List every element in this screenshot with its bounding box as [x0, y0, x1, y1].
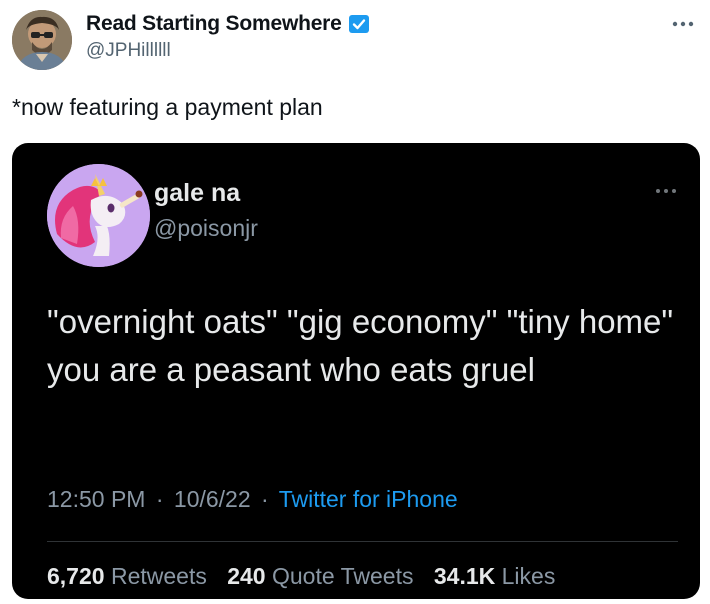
- author-block: Read Starting Somewhere @JPHillllll: [86, 12, 370, 62]
- embedded-avatar: [47, 164, 150, 267]
- author-avatar[interactable]: [12, 10, 72, 70]
- embedded-meta: 12:50 PM · 10/6/22 · Twitter for iPhone: [47, 486, 458, 513]
- retweets-label: Retweets: [110, 563, 207, 589]
- embedded-divider: [47, 541, 678, 542]
- author-avatar-image: [12, 10, 72, 70]
- author-name[interactable]: Read Starting Somewhere: [86, 12, 342, 36]
- embedded-time: 12:50 PM: [47, 486, 146, 512]
- likes-stat: 34.1K Likes: [434, 563, 555, 589]
- embedded-stats: 6,720 Retweets 240 Quote Tweets 34.1K Li…: [47, 563, 569, 590]
- author-name-row: Read Starting Somewhere: [86, 12, 370, 36]
- embedded-source: Twitter for iPhone: [278, 486, 458, 512]
- tweet-text: *now featuring a payment plan: [12, 94, 323, 120]
- embedded-date: 10/6/22: [173, 486, 251, 512]
- retweets-stat: 6,720 Retweets: [47, 563, 213, 589]
- more-icon[interactable]: [670, 16, 696, 32]
- likes-count: 34.1K: [433, 563, 496, 589]
- quotes-count: 240: [227, 563, 266, 589]
- meta-separator: ·: [261, 486, 269, 512]
- quotes-label: Quote Tweets: [271, 563, 414, 589]
- embedded-handle: @poisonjr: [154, 215, 258, 241]
- embedded-text: "overnight oats" "gig economy" "tiny hom…: [47, 303, 674, 388]
- likes-label: Likes: [501, 563, 556, 589]
- embedded-image[interactable]: gale na @poisonjr "overnight oats" "gig …: [12, 143, 700, 599]
- meta-separator: ·: [155, 486, 164, 512]
- verified-icon: [348, 13, 370, 35]
- quotes-stat: 240 Quote Tweets: [227, 563, 420, 589]
- author-handle[interactable]: @JPHillllll: [86, 40, 370, 62]
- retweets-count: 6,720: [47, 563, 105, 589]
- embedded-more-icon: [653, 185, 679, 197]
- embedded-name: gale na: [154, 179, 241, 207]
